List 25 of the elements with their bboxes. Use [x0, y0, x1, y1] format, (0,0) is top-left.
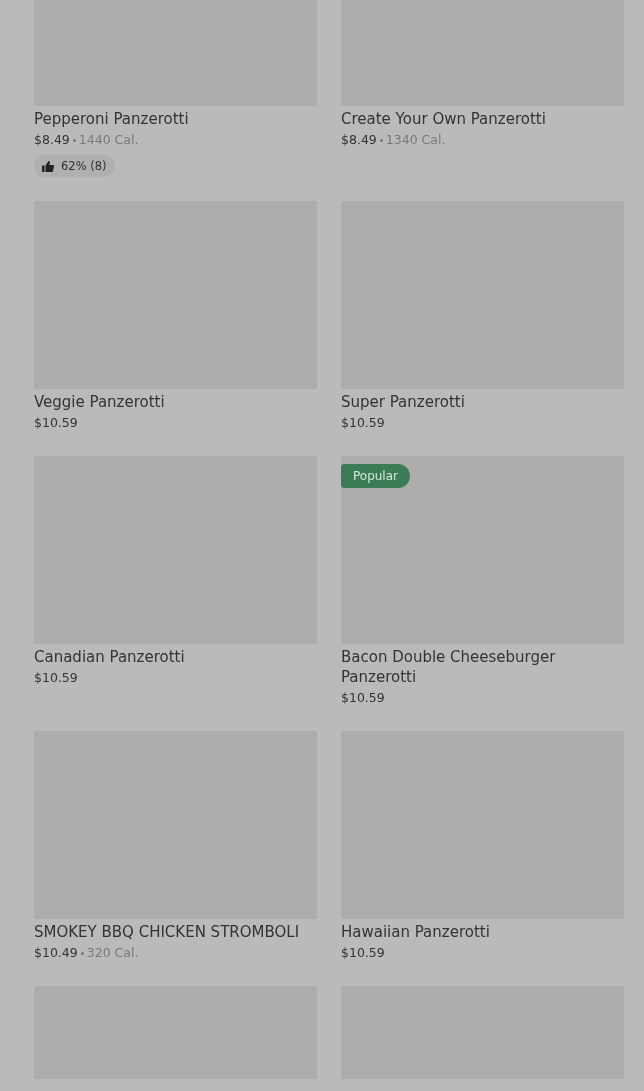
item-calories: 1440 Cal. [78, 131, 139, 149]
item-price: $10.59 [34, 414, 78, 432]
popular-badge: Popular [341, 464, 410, 488]
separator-dot-icon [379, 138, 383, 142]
thumbs-up-icon [42, 160, 54, 172]
item-price: $8.49 [341, 131, 377, 149]
item-name: Hawaiian Panzerotti [341, 922, 491, 942]
item-price: $10.59 [341, 944, 385, 962]
item-price: $10.59 [341, 414, 385, 432]
separator-dot-icon [80, 951, 84, 955]
item-name: Super Panzerotti [341, 392, 466, 412]
item-name: Bacon Double Cheeseburger Panzerotti [341, 647, 557, 687]
item-price: $10.49 [34, 944, 78, 962]
item-name: Pepperoni Panzerotti [34, 109, 190, 129]
item-calories: 320 Cal. [86, 944, 139, 962]
item-name: Canadian Panzerotti [34, 647, 186, 667]
item-price: $8.49 [34, 131, 70, 149]
item-name: SMOKEY BBQ CHICKEN STROMBOLI [34, 922, 301, 942]
rating-text: 62% (8) [61, 158, 107, 175]
item-price: $10.59 [34, 669, 78, 687]
item-name: Veggie Panzerotti [34, 392, 166, 412]
item-calories: 1340 Cal. [385, 131, 446, 149]
item-price: $10.59 [341, 689, 385, 707]
separator-dot-icon [72, 138, 76, 142]
item-name: Create Your Own Panzerotti [341, 109, 547, 129]
